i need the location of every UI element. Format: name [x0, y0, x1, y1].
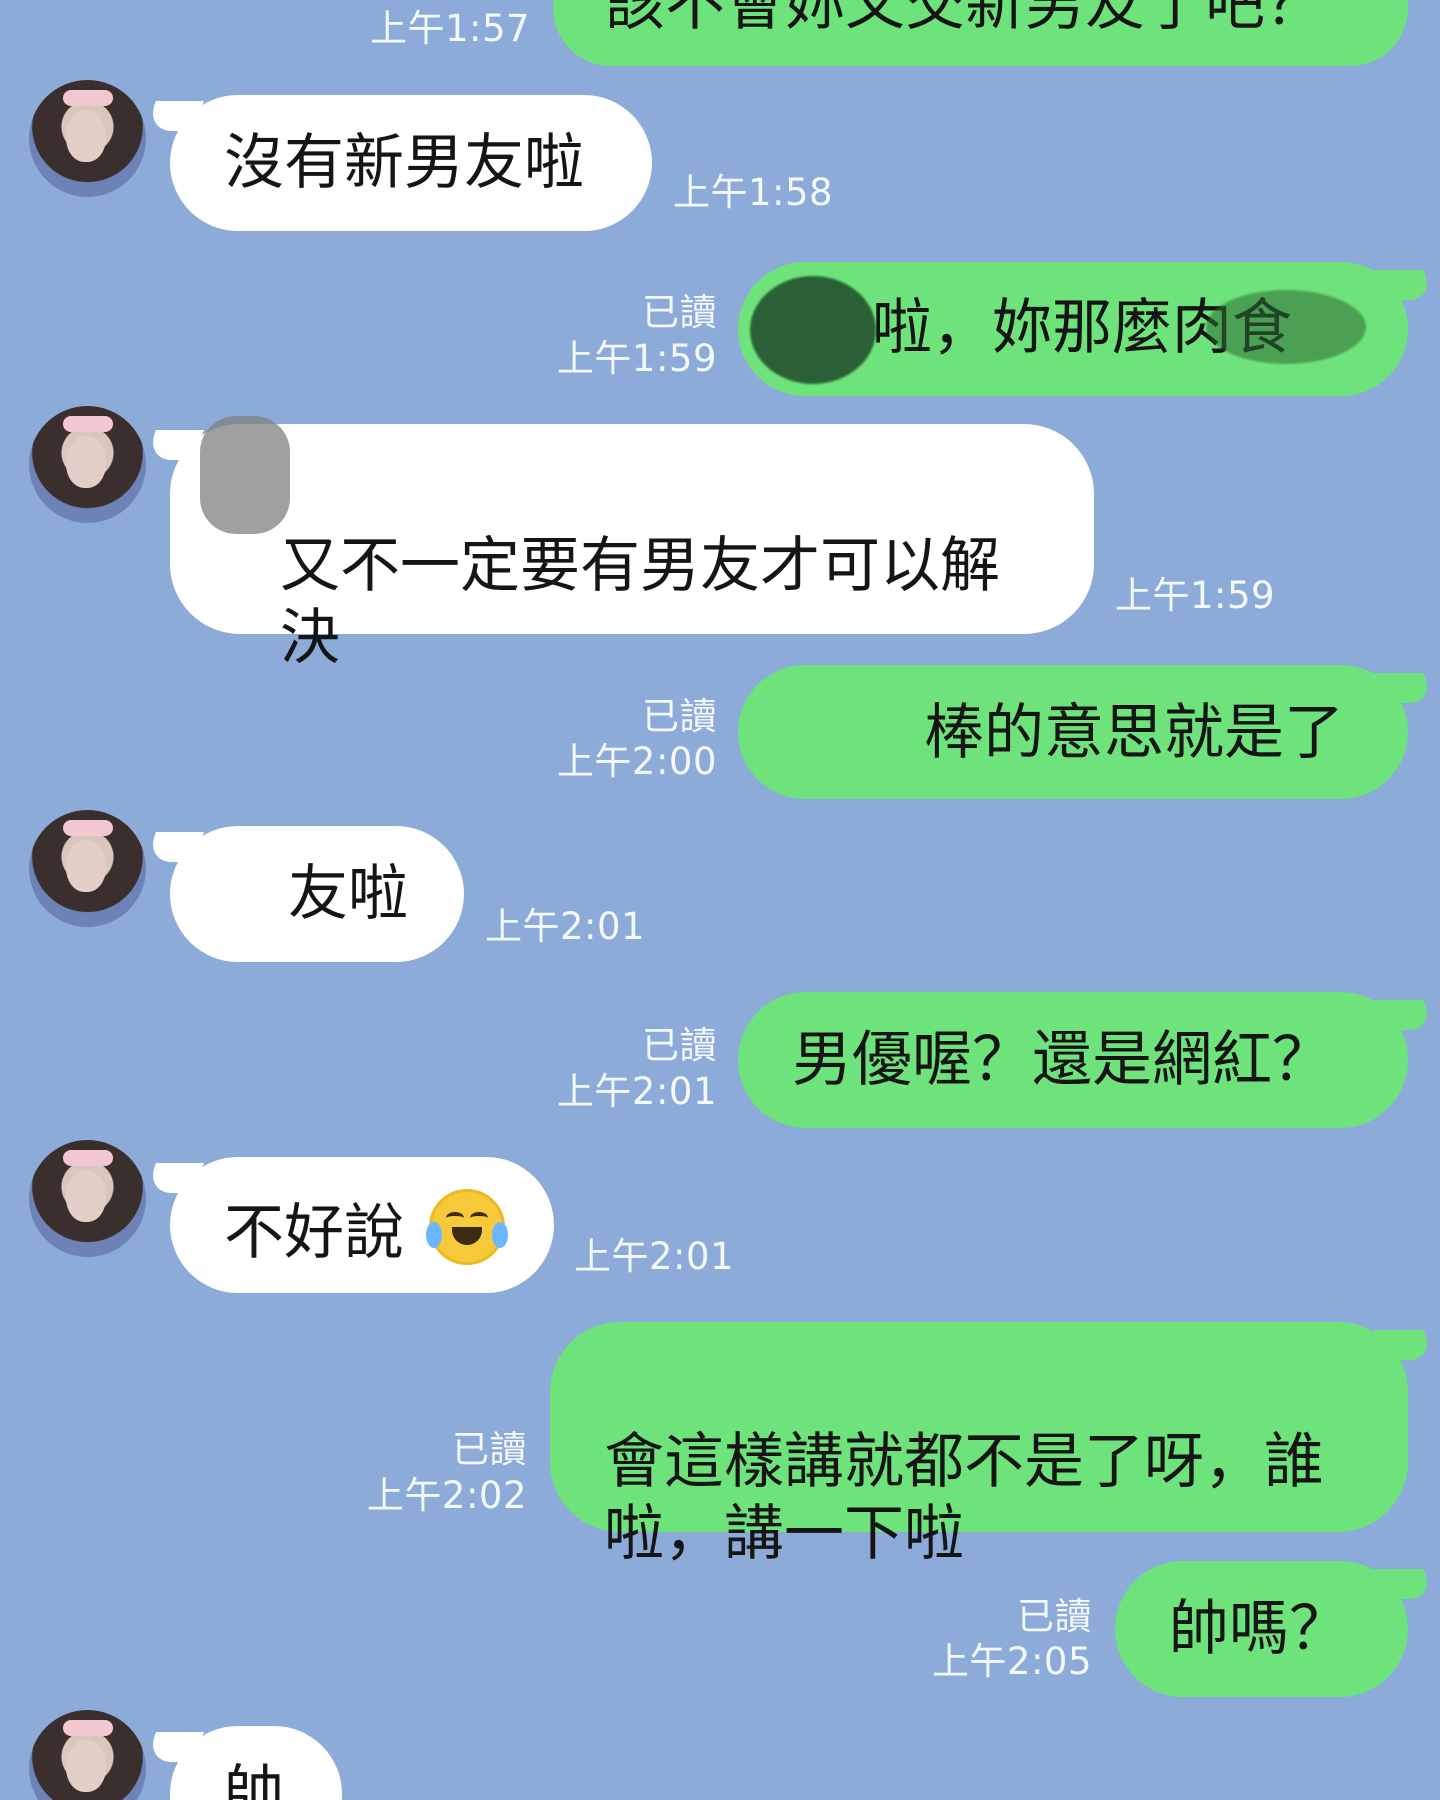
- read-receipt: 已讀: [642, 695, 717, 738]
- avatar-face: [66, 110, 106, 162]
- message-bubble-received[interactable]: 帥: [170, 1726, 342, 1800]
- message-text: 沒有新男友啦: [224, 128, 584, 198]
- redaction-mark: [200, 416, 290, 534]
- emoji-mouth: [452, 1227, 483, 1245]
- avatar-bow: [63, 90, 113, 106]
- message-time: 上午2:01: [485, 905, 646, 948]
- face-with-tears-of-joy-icon: [426, 1189, 509, 1265]
- message-time: 上午1:59: [1115, 574, 1276, 617]
- redaction-mark: [794, 693, 922, 775]
- message-time: 上午2:00: [556, 740, 717, 783]
- message-bubble-sent[interactable]: 男優喔？還是網紅？: [738, 992, 1408, 1128]
- message-time: 上午2:01: [556, 1070, 717, 1113]
- emoji-tear: [492, 1222, 509, 1248]
- avatar-face: [66, 436, 106, 488]
- avatar[interactable]: [29, 80, 146, 197]
- message-time: 上午1:58: [673, 171, 834, 214]
- message-text: 男優喔？還是網紅？: [792, 1025, 1332, 1095]
- message-bubble-sent[interactable]: 啦，妳那麼肉食: [738, 262, 1408, 396]
- read-receipt: 已讀: [642, 1024, 717, 1067]
- message-text: 又不一定要有男友才可以解 決: [280, 531, 1000, 673]
- message-text: 該不會妳又交新男友了吧？: [605, 0, 1325, 39]
- message-bubble-sent[interactable]: 棒的意思就是了: [738, 665, 1408, 799]
- message-bubble-sent[interactable]: 該不會妳又交新男友了吧？: [553, 0, 1408, 66]
- redaction-mark: [194, 834, 290, 952]
- message-time: 上午2:02: [366, 1474, 527, 1517]
- read-receipt: 已讀: [1017, 1595, 1092, 1638]
- read-receipt: 已讀: [642, 291, 717, 334]
- message-text: 不好說: [224, 1198, 404, 1268]
- avatar[interactable]: [29, 1140, 146, 1257]
- message-time: 上午1:57: [370, 7, 531, 50]
- avatar[interactable]: [29, 1710, 146, 1800]
- avatar[interactable]: [29, 810, 146, 927]
- message-text: 帥: [224, 1759, 284, 1800]
- message-bubble-sent[interactable]: 帥嗎？: [1115, 1561, 1408, 1697]
- read-receipt: 已讀: [452, 1428, 527, 1471]
- message-bubble-received[interactable]: 不好說: [170, 1157, 554, 1293]
- avatar-face: [66, 1740, 106, 1792]
- message-bubble-received[interactable]: 又不一定要有男友才可以解 決: [170, 416, 1094, 673]
- redaction-mark: [750, 276, 876, 384]
- message-time: 上午2:05: [931, 1640, 1092, 1683]
- avatar-bow: [63, 416, 113, 432]
- redaction-mark: [1206, 290, 1366, 364]
- avatar-bow: [63, 1720, 113, 1736]
- avatar-face: [66, 1170, 106, 1222]
- message-time: 上午1:59: [556, 337, 717, 380]
- message-bubble-received[interactable]: 沒有新男友啦: [170, 95, 652, 231]
- message-text: 會這樣講就都不是了呀，誰 啦，講一下啦: [604, 1427, 1324, 1569]
- message-bubble-received[interactable]: 友啦: [170, 826, 464, 962]
- chat-thread: 該不會妳又交新男友了吧？ 上午1:57 沒有新男友啦 上午1:58 已讀 上午1…: [0, 0, 1440, 1800]
- emoji-tear: [426, 1222, 443, 1248]
- message-text: 友啦: [288, 859, 408, 929]
- avatar[interactable]: [29, 406, 146, 523]
- message-text: 帥嗎？: [1169, 1594, 1349, 1664]
- message-bubble-sent[interactable]: 會這樣講就都不是了呀，誰 啦，講一下啦: [550, 1322, 1408, 1569]
- avatar-bow: [63, 1150, 113, 1166]
- avatar-face: [66, 840, 106, 892]
- avatar-bow: [63, 820, 113, 836]
- message-time: 上午2:01: [574, 1235, 735, 1278]
- message-text: 棒的意思就是了: [924, 698, 1344, 768]
